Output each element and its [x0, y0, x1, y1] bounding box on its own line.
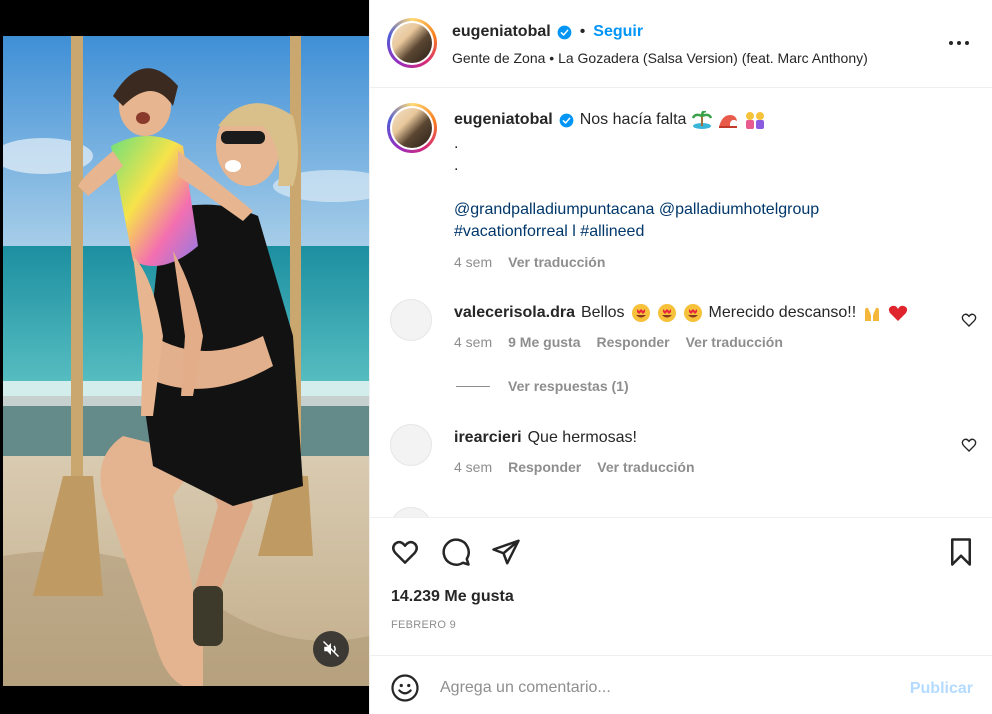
post-media[interactable]	[0, 0, 369, 714]
comment-line: valecerisola.dra Bellos Merecido descans…	[454, 303, 908, 323]
comment-line: irearcieri Que hermosas!	[454, 429, 637, 447]
comment-username[interactable]: irearcieri	[454, 429, 522, 447]
emoji-icon[interactable]	[390, 673, 420, 703]
comment-meta: 4 sem 9 Me gusta Responder Ver traducció…	[454, 334, 783, 350]
comment-meta: 4 sem Responder Ver traducción	[454, 459, 695, 475]
comments-list[interactable]: eugeniatobal Nos hacía falta . . @grandp…	[370, 89, 992, 517]
caption-hashtags[interactable]: #vacationforreal l #allineed	[454, 223, 644, 241]
comment-time[interactable]: 4 sem	[454, 459, 492, 475]
comment-avatar[interactable]	[390, 299, 432, 341]
post-date[interactable]: FEBRERO 9	[391, 619, 456, 631]
heart-eyes-emoji	[631, 304, 650, 322]
comment-text: Que hermosas!	[527, 429, 637, 446]
comment-avatar[interactable]	[390, 507, 432, 517]
comment-text-end: Merecido descanso!!	[708, 304, 857, 321]
likes-count[interactable]: 14.239 Me gusta	[391, 588, 514, 606]
separator-dot: •	[579, 23, 586, 40]
wave-emoji	[719, 115, 738, 128]
palm-island-emoji	[692, 111, 713, 129]
caption-translate-button[interactable]: Ver traducción	[508, 254, 605, 270]
caption-mentions[interactable]: @grandpalladiumpuntacana @palladiumhotel…	[454, 201, 819, 219]
comment-like-heart-icon[interactable]	[961, 437, 977, 453]
raised-hands-emoji	[865, 307, 880, 321]
share-icon[interactable]	[491, 537, 521, 567]
caption-username[interactable]: eugeniatobal	[454, 111, 553, 129]
comment-reply-button[interactable]: Responder	[508, 459, 581, 475]
more-options-icon	[949, 41, 953, 45]
mute-button[interactable]	[313, 631, 349, 667]
heart-eyes-emoji	[657, 304, 676, 322]
mute-icon	[322, 640, 340, 658]
post-actions: 14.239 Me gusta FEBRERO 9	[370, 517, 992, 655]
caption-meta: 4 sem Ver traducción	[454, 254, 605, 270]
caption-text: Nos hacía falta	[579, 111, 687, 128]
caption-dot-1: .	[454, 135, 459, 152]
comment-likes-count[interactable]: 9 Me gusta	[508, 334, 580, 350]
caption-dot-2: .	[454, 157, 459, 174]
verified-badge-icon	[559, 113, 574, 127]
author-username[interactable]: eugeniatobal	[452, 23, 551, 41]
comment-translate-button[interactable]: Ver traducción	[597, 459, 694, 475]
author-line: eugeniatobal • Seguir	[452, 23, 643, 41]
comment-composer: Publicar	[370, 655, 992, 714]
post-header: eugeniatobal • Seguir Gente de Zona • La…	[370, 0, 992, 88]
verified-badge-icon	[557, 25, 572, 39]
caption-line: eugeniatobal Nos hacía falta	[454, 111, 766, 129]
beach-photo-illustration	[3, 36, 369, 686]
caption-author-avatar[interactable]	[387, 103, 437, 153]
author-avatar[interactable]	[387, 18, 437, 68]
comment-avatar[interactable]	[390, 424, 432, 466]
comment-text-start: Bellos	[580, 304, 625, 321]
view-replies-label: Ver respuestas (1)	[508, 378, 629, 394]
heart-icon[interactable]	[390, 537, 420, 567]
more-options-button[interactable]	[947, 33, 971, 53]
publish-button[interactable]: Publicar	[910, 680, 973, 698]
comment-username[interactable]: valecerisola.dra	[454, 304, 575, 322]
comment-reply-button[interactable]: Responder	[596, 334, 669, 350]
post-side-panel: eugeniatobal • Seguir Gente de Zona • La…	[369, 0, 992, 714]
replies-divider	[456, 385, 490, 387]
post-photo[interactable]	[3, 36, 369, 686]
view-replies-button[interactable]: Ver respuestas (1)	[456, 378, 629, 394]
caption-time[interactable]: 4 sem	[454, 254, 492, 270]
follow-button[interactable]: Seguir	[593, 23, 643, 41]
heart-eyes-emoji	[683, 304, 702, 322]
comment-input[interactable]	[440, 674, 880, 702]
comment-icon[interactable]	[441, 537, 471, 567]
comment-like-heart-icon[interactable]	[961, 312, 977, 328]
bookmark-icon[interactable]	[946, 537, 976, 567]
comment-time[interactable]: 4 sem	[454, 334, 492, 350]
family-emoji	[746, 112, 765, 129]
red-heart-emoji	[889, 305, 908, 321]
audio-track-link[interactable]: Gente de Zona • La Gozadera (Salsa Versi…	[452, 50, 868, 66]
comment-translate-button[interactable]: Ver traducción	[686, 334, 783, 350]
